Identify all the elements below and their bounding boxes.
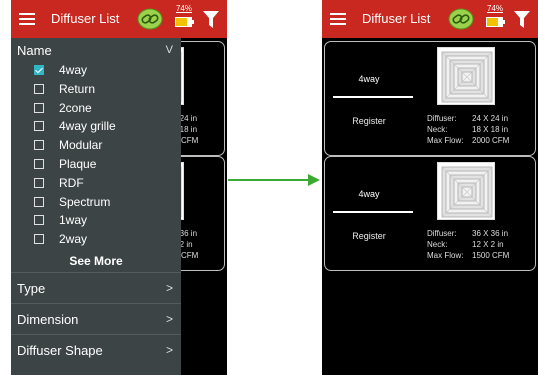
link-icon[interactable] [448, 7, 474, 31]
transition-arrow-icon [228, 174, 320, 186]
filter-option[interactable]: Plaque [11, 156, 181, 175]
filter-option-list: 4way Return 2cone 4way grille Modular Pl… [11, 62, 181, 250]
filter-option[interactable]: 2cone [11, 100, 181, 119]
diffuser-name: 4way [358, 74, 380, 84]
checkbox[interactable] [34, 177, 44, 188]
diffuser-category: Register [352, 116, 386, 126]
phone-screen-filter-open: Diffuser List 74% Diffuser:24 X 24 in Ne… [11, 0, 227, 375]
diffuser-specs: Diffuser:36 X 36 in Neck:12 X 2 in Max F… [427, 229, 510, 260]
app-bar: Diffuser List 74% [322, 0, 538, 38]
diffuser-grille-image [441, 166, 493, 218]
chevron-right-icon: > [165, 311, 173, 326]
divider [333, 96, 413, 98]
checkbox[interactable] [34, 234, 44, 245]
checkbox[interactable] [34, 158, 44, 169]
filter-name-title: Name [17, 43, 52, 58]
checkbox[interactable] [34, 121, 44, 132]
filter-section-dimension[interactable]: Dimension > [11, 302, 181, 334]
checkbox[interactable] [34, 196, 44, 207]
diffuser-thumbnail [437, 162, 495, 220]
diffuser-card[interactable]: 4way Register Diffuser: 24 X 24 in Neck: 1… [324, 41, 536, 156]
chevron-right-icon: > [165, 280, 173, 295]
app-title: Diffuser List [51, 11, 120, 26]
diffuser-category: Register [352, 231, 386, 241]
diffuser-card[interactable]: 4way Register Diffuser: 36 X 36 in Neck: 1… [324, 156, 536, 271]
filter-option[interactable]: 1way [11, 212, 181, 231]
app-title: Diffuser List [362, 11, 431, 26]
checkbox[interactable] [34, 83, 44, 94]
hamburger-icon[interactable] [330, 10, 346, 28]
battery-percent: 74% [175, 4, 192, 13]
chevron-down-icon: V [165, 44, 173, 56]
app-bar: Diffuser List 74% [11, 0, 227, 38]
filter-name-header[interactable]: Name V [11, 38, 181, 62]
funnel-icon[interactable] [203, 11, 219, 28]
divider [333, 211, 413, 213]
diffuser-name: 4way [358, 189, 380, 199]
filter-section-diffuser-shape[interactable]: Diffuser Shape > [11, 333, 181, 365]
funnel-icon[interactable] [514, 11, 530, 28]
diffuser-thumbnail [437, 47, 495, 105]
link-icon[interactable] [137, 7, 163, 31]
filter-drawer: Name V 4way Return 2cone 4way grille Mod… [11, 38, 181, 375]
hamburger-icon[interactable] [19, 10, 35, 28]
checkbox[interactable] [34, 102, 44, 113]
filter-section-type[interactable]: Type > [11, 271, 181, 303]
checkbox[interactable] [34, 215, 44, 226]
filter-option[interactable]: 2way [11, 231, 181, 250]
filter-option[interactable]: 4way [11, 62, 181, 81]
diffuser-grille-image [441, 51, 493, 103]
battery-fill [487, 18, 499, 26]
filter-option[interactable]: Modular [11, 137, 181, 156]
chevron-right-icon: > [165, 342, 173, 357]
filter-option[interactable]: RDF [11, 175, 181, 194]
battery-fill [176, 18, 188, 26]
filter-option[interactable]: Spectrum [11, 194, 181, 213]
filter-option[interactable]: Return [11, 81, 181, 100]
checkbox[interactable] [34, 140, 44, 151]
phone-screen-filtered-list: Diffuser List 74% 4way Register Diffuser… [322, 0, 538, 375]
battery-percent: 74% [486, 4, 503, 13]
filter-option[interactable]: 4way grille [11, 118, 181, 137]
checkbox[interactable] [34, 65, 44, 75]
battery-icon: 74% [173, 4, 195, 34]
see-more-button[interactable]: See More [11, 250, 181, 272]
diffuser-specs: Diffuser:24 X 24 in Neck:18 X 18 in Max … [427, 114, 510, 145]
battery-icon: 74% [484, 4, 506, 34]
